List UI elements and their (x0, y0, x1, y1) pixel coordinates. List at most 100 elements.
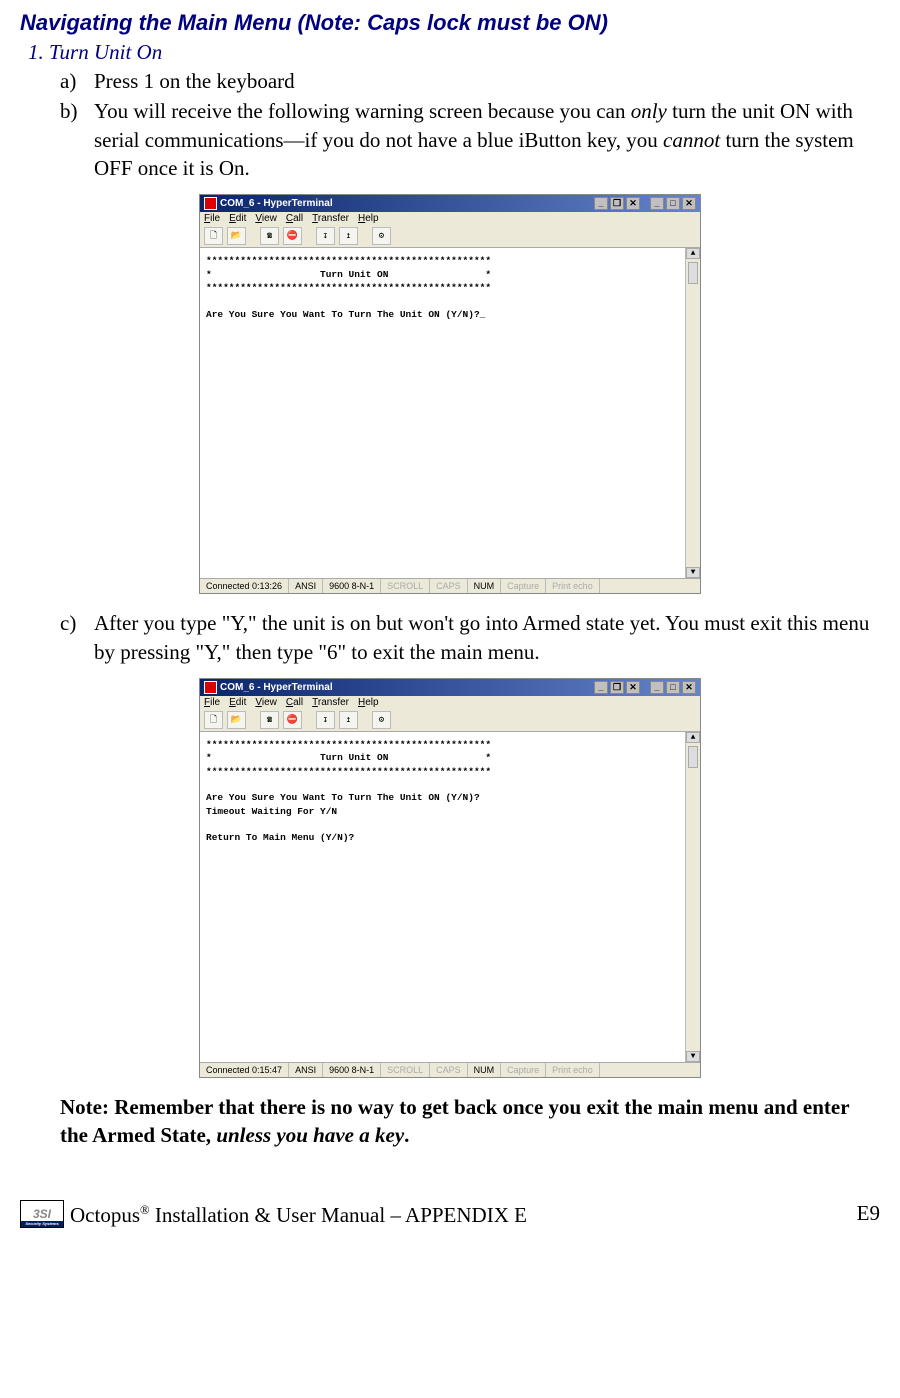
restore-button[interactable]: ❐ (610, 197, 624, 210)
toolbar-2: 🗋 📂 ☎ ⛔ ↧ ↥ ⚙ (200, 709, 700, 732)
status-term-2: ANSI (289, 1063, 323, 1077)
status-baud-1: 9600 8-N-1 (323, 579, 381, 593)
menu-view[interactable]: View (255, 213, 277, 224)
window-title-1: COM_6 - HyperTerminal (220, 198, 333, 209)
hyperterminal-window-2: COM_6 - HyperTerminal _ ❐ ✕ _ □ ✕ File E… (199, 678, 701, 1078)
window-title-2: COM_6 - HyperTerminal (220, 682, 333, 693)
toolbar-new-icon[interactable]: 🗋 (204, 227, 223, 245)
menubar-1: File Edit View Call Transfer Help (200, 212, 700, 225)
menu-file[interactable]: File (204, 697, 220, 708)
footer-page-number: E9 (857, 1201, 880, 1226)
terminal-body-wrap-1: ****************************************… (200, 248, 700, 578)
window-controls-set: _ ❐ ✕ _ □ ✕ (594, 197, 696, 210)
menu-call[interactable]: Call (286, 697, 303, 708)
menu-file[interactable]: File (204, 213, 220, 224)
status-capture-1: Capture (501, 579, 546, 593)
logo-text: 3SI (33, 1207, 51, 1221)
substep-b-cannot: cannot (663, 128, 720, 152)
substep-b-only: only (631, 99, 667, 123)
maximize-button[interactable]: □ (666, 681, 680, 694)
minimize-button[interactable]: _ (594, 681, 608, 694)
restore-button[interactable]: ❐ (610, 681, 624, 694)
vertical-scrollbar[interactable] (685, 732, 700, 1062)
screenshot-1: COM_6 - HyperTerminal _ ❐ ✕ _ □ ✕ File E… (20, 194, 880, 595)
vertical-scrollbar[interactable] (685, 248, 700, 578)
close-button[interactable]: ✕ (626, 681, 640, 694)
menu-transfer[interactable]: Transfer (312, 697, 349, 708)
note-text: Note: Remember that there is no way to g… (60, 1093, 880, 1150)
toolbar-gap (306, 711, 312, 727)
terminal-body-2[interactable]: ****************************************… (200, 732, 700, 850)
toolbar-receive-icon[interactable]: ↥ (339, 711, 358, 729)
toolbar-receive-icon[interactable]: ↥ (339, 227, 358, 245)
minimize-button-2[interactable]: _ (650, 197, 664, 210)
status-term-1: ANSI (289, 579, 323, 593)
maximize-button[interactable]: □ (666, 197, 680, 210)
logo-bar-text: Security Systems (21, 1221, 63, 1227)
scrollbar-thumb[interactable] (688, 262, 698, 284)
minimize-button[interactable]: _ (594, 197, 608, 210)
substep-a-text: Press 1 on the keyboard (94, 67, 880, 95)
toolbar-call-icon[interactable]: ☎ (260, 227, 279, 245)
menu-edit[interactable]: Edit (229, 697, 246, 708)
status-connected-2: Connected 0:15:47 (200, 1063, 289, 1077)
menu-view[interactable]: View (255, 697, 277, 708)
page-footer: 3SI Security Systems Octopus® Installati… (20, 1200, 880, 1228)
toolbar-call-icon[interactable]: ☎ (260, 711, 279, 729)
footer-product: Octopus (70, 1203, 140, 1227)
toolbar-1: 🗋 📂 ☎ ⛔ ↧ ↥ ⚙ (200, 225, 700, 248)
step-1-title: 1. Turn Unit On (28, 40, 880, 65)
toolbar-hangup-icon[interactable]: ⛔ (283, 711, 302, 729)
substep-a: a) Press 1 on the keyboard (60, 67, 880, 95)
status-capture-2: Capture (501, 1063, 546, 1077)
close-button-2[interactable]: ✕ (682, 681, 696, 694)
status-connected-1: Connected 0:13:26 (200, 579, 289, 593)
titlebar-2: COM_6 - HyperTerminal _ ❐ ✕ _ □ ✕ (200, 679, 700, 696)
hyperterminal-window-1: COM_6 - HyperTerminal _ ❐ ✕ _ □ ✕ File E… (199, 194, 701, 594)
statusbar-2: Connected 0:15:47 ANSI 9600 8-N-1 SCROLL… (200, 1062, 700, 1077)
toolbar-new-icon[interactable]: 🗋 (204, 711, 223, 729)
toolbar-send-icon[interactable]: ↧ (316, 227, 335, 245)
status-echo-2: Print echo (546, 1063, 600, 1077)
toolbar-open-icon[interactable]: 📂 (227, 227, 246, 245)
minimize-button-2[interactable]: _ (650, 681, 664, 694)
toolbar-properties-icon[interactable]: ⚙ (372, 227, 391, 245)
menu-call[interactable]: Call (286, 213, 303, 224)
titlebar-1: COM_6 - HyperTerminal _ ❐ ✕ _ □ ✕ (200, 195, 700, 212)
app-icon (204, 681, 217, 694)
terminal-body-wrap-2: ****************************************… (200, 732, 700, 1062)
note-seg1: Note: Remember that there is no way to g… (60, 1095, 849, 1147)
footer-subtitle: Installation & User Manual – APPENDIX E (150, 1203, 527, 1227)
substep-c-label: c) (60, 609, 94, 666)
app-icon (204, 197, 217, 210)
menu-transfer[interactable]: Transfer (312, 213, 349, 224)
menubar-2: File Edit View Call Transfer Help (200, 696, 700, 709)
status-scroll-2: SCROLL (381, 1063, 430, 1077)
status-caps-2: CAPS (430, 1063, 468, 1077)
terminal-body-1[interactable]: ****************************************… (200, 248, 700, 326)
toolbar-gap (362, 711, 368, 727)
status-scroll-1: SCROLL (381, 579, 430, 593)
window-controls-set-2: _ ❐ ✕ _ □ ✕ (594, 681, 696, 694)
separator (642, 681, 648, 692)
status-caps-1: CAPS (430, 579, 468, 593)
close-button-2[interactable]: ✕ (682, 197, 696, 210)
toolbar-send-icon[interactable]: ↧ (316, 711, 335, 729)
substep-a-label: a) (60, 67, 94, 95)
toolbar-gap (306, 227, 312, 243)
substep-c-text: After you type "Y," the unit is on but w… (94, 609, 880, 666)
status-baud-2: 9600 8-N-1 (323, 1063, 381, 1077)
status-num-1: NUM (468, 579, 502, 593)
scrollbar-thumb[interactable] (688, 746, 698, 768)
menu-edit[interactable]: Edit (229, 213, 246, 224)
toolbar-gap (362, 227, 368, 243)
close-button[interactable]: ✕ (626, 197, 640, 210)
toolbar-gap (250, 227, 256, 243)
menu-help[interactable]: Help (358, 213, 379, 224)
substep-c: c) After you type "Y," the unit is on bu… (60, 609, 880, 666)
menu-help[interactable]: Help (358, 697, 379, 708)
substep-b-text: You will receive the following warning s… (94, 97, 880, 182)
toolbar-open-icon[interactable]: 📂 (227, 711, 246, 729)
toolbar-hangup-icon[interactable]: ⛔ (283, 227, 302, 245)
toolbar-properties-icon[interactable]: ⚙ (372, 711, 391, 729)
